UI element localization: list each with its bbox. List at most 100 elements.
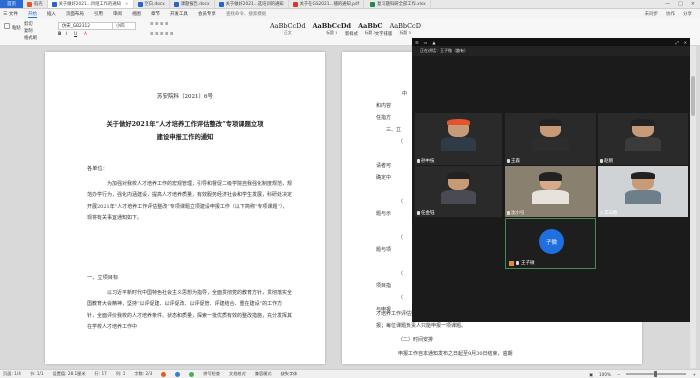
word-file-icon — [137, 1, 143, 7]
body-paragraph: 为加强对我校人才培养工作的宏观管理，引导和督促二级学院自我强化制度规范，规范办学… — [87, 181, 293, 221]
text-layout-button[interactable]: 文字排版 — [375, 31, 392, 37]
tab-training-notice[interactable]: 关于做好2021...选培训的通知 — [215, 0, 289, 8]
document-title: 关于做好2021年“人才培养工作评估整改”专项课题立项 建设申报工作的通知 — [106, 121, 264, 141]
row-indicator: 行: 17 — [94, 371, 107, 376]
style-heading3[interactable]: AaBbCcD 标题 3 — [390, 22, 421, 36]
cut-button[interactable]: 剪切 — [24, 21, 33, 27]
participant-tile[interactable]: 赵刚 — [598, 113, 688, 165]
page2-line: 题与示 — [376, 211, 392, 217]
participant-tile[interactable]: 沈小引 — [505, 166, 596, 217]
menu-bar: 三 文件 开始 插入 页面布局 引用 审阅 视图 章节 开发工具 会员专享 查找… — [0, 9, 700, 19]
proof-button[interactable]: 文档校对 — [229, 371, 246, 377]
menu-home[interactable]: 开始 — [27, 11, 37, 18]
tab-xlsx[interactable]: 复习题科研全部工作.xlsx — [364, 0, 431, 8]
new-style-button[interactable]: 新样式 — [345, 31, 358, 37]
align-buttons[interactable]: ≡ ≡ ≡ ≡ ≡ — [150, 32, 173, 37]
participant-video — [441, 171, 476, 204]
salutation: 各单位： — [87, 166, 108, 172]
italic-button[interactable]: I — [66, 32, 67, 37]
participant-tile[interactable]: 王森 — [505, 113, 596, 165]
spell-check-button[interactable]: 拼写检查 — [203, 371, 220, 377]
daoke-icon — [27, 1, 32, 7]
menu-view[interactable]: 视图 — [132, 11, 141, 17]
cloud-icon[interactable] — [175, 371, 181, 377]
ime-icon[interactable] — [161, 371, 167, 377]
style-normal[interactable]: AaBbCcDd 正文 — [270, 22, 306, 36]
participant-tile[interactable]: 任金钰 — [415, 166, 502, 217]
participant-video — [625, 171, 661, 204]
tab-daoke[interactable]: 稻壳 — [23, 0, 48, 8]
tab-report-docx[interactable]: 课题报告.docx — [170, 0, 215, 8]
participant-tile[interactable]: 李白胜 — [598, 166, 688, 217]
menu-layout[interactable]: 页面布局 — [66, 11, 84, 17]
pin-icon[interactable]: ▲ — [432, 40, 435, 45]
font-color-button[interactable]: A — [84, 32, 87, 37]
home-tab[interactable]: 首页 — [0, 0, 23, 8]
paste-button[interactable]: 粘贴 — [4, 23, 21, 31]
mic-icon — [507, 211, 510, 215]
zoom-slider[interactable] — [626, 371, 687, 377]
word-file-icon — [51, 1, 57, 7]
tab-pdf[interactable]: 关于在GS2021...播的通知.pdf — [289, 0, 365, 8]
mic-icon — [417, 211, 420, 215]
screen-icon[interactable]: ▭ — [424, 40, 428, 45]
excel-file-icon — [370, 1, 376, 7]
menu-developer[interactable]: 开发工具 — [170, 11, 188, 17]
close-window-icon[interactable]: × — [691, 1, 695, 7]
tab-blank-docx[interactable]: 空白.docx — [134, 0, 170, 8]
zoom-out-icon[interactable]: − — [617, 372, 621, 377]
word-file-icon — [173, 1, 179, 7]
page2-line: 任指方 — [376, 115, 392, 121]
status-bar: 页面: 1/4 节: 1/1 设置值: 28.1厘米 行: 17 列: 1 字数… — [0, 369, 700, 378]
meeting-close-icon[interactable]: × — [684, 40, 687, 45]
section-paragraph: 以习近平新时代中国特色社会主义思想为指导，全面贯彻党的教育方针，贯彻落实全国教育… — [87, 290, 292, 330]
command-search[interactable]: 查找命令、搜索模板 — [226, 11, 267, 17]
expand-icon[interactable]: ⤢ — [675, 40, 678, 45]
copy-button[interactable]: 复制 — [24, 28, 33, 34]
zoom-level[interactable]: 100% — [599, 372, 611, 377]
menu-references[interactable]: 引用 — [94, 11, 103, 17]
page-indicator[interactable]: 页面: 1/4 — [3, 371, 21, 377]
list-buttons[interactable]: ≡ ≡ ≡ ≡ — [150, 22, 169, 27]
position-indicator: 设置值: 28.1厘米 — [52, 371, 86, 376]
scroll-thumb[interactable] — [691, 76, 695, 116]
format-painter-button[interactable]: 格式刷 — [24, 35, 37, 41]
active-speaker-tile[interactable]: 子微 王子微 — [505, 218, 596, 269]
menu-file[interactable]: 三 文件 — [3, 11, 18, 17]
speaking-indicator-icon — [509, 260, 514, 266]
minimize-icon[interactable]: — — [665, 1, 670, 7]
collab-button[interactable]: 协作 — [666, 11, 675, 17]
vertical-scrollbar[interactable] — [690, 46, 696, 368]
page2-line: （ — [398, 199, 404, 205]
paste-icon — [4, 23, 10, 29]
check-icon[interactable] — [189, 371, 195, 377]
menu-icon[interactable]: ☰ — [415, 40, 419, 45]
missing-font-button[interactable]: 缺失字体 — [281, 371, 298, 377]
view-icon[interactable]: ▣ — [589, 372, 593, 377]
menu-chapter[interactable]: 章节 — [151, 11, 160, 17]
menu-insert[interactable]: 插入 — [47, 11, 56, 17]
page2-line: 请者可 — [376, 163, 392, 169]
window-controls: — □ × — [665, 0, 700, 8]
menu-member[interactable]: 会员专享 — [198, 11, 216, 17]
document-page[interactable]: 苏安院科〔2021〕6号 关于做好2021年“人才培养工作评估整改”专项课题立项… — [45, 52, 325, 364]
tab-document-active[interactable]: 关于做好2021...目组工作的通知 × — [47, 0, 134, 8]
font-size-select[interactable]: 小四 — [112, 22, 136, 30]
sync-status[interactable]: 未同步 — [645, 11, 659, 17]
bold-button[interactable]: B — [58, 32, 61, 37]
speaking-banner: 正在讲话：王子微（趣有） — [412, 46, 690, 56]
page2-line: （ — [398, 271, 404, 277]
share-button[interactable]: 分享 — [683, 11, 692, 17]
page2-line: 题与项 — [376, 247, 392, 253]
close-icon[interactable]: × — [125, 2, 129, 7]
zoom-in-icon[interactable]: + — [692, 372, 696, 377]
word-count[interactable]: 字数: 2/3 — [134, 371, 152, 377]
underline-button[interactable]: U — [74, 32, 77, 37]
font-family-select[interactable]: 仿宋_GB2312 — [58, 22, 114, 30]
maximize-icon[interactable]: □ — [678, 1, 683, 7]
menu-review[interactable]: 审阅 — [113, 11, 122, 17]
participant-tile[interactable]: 孙中技 — [415, 113, 502, 165]
pdf-file-icon — [292, 1, 298, 7]
mic-icon — [417, 159, 420, 163]
participant-video — [532, 171, 569, 204]
